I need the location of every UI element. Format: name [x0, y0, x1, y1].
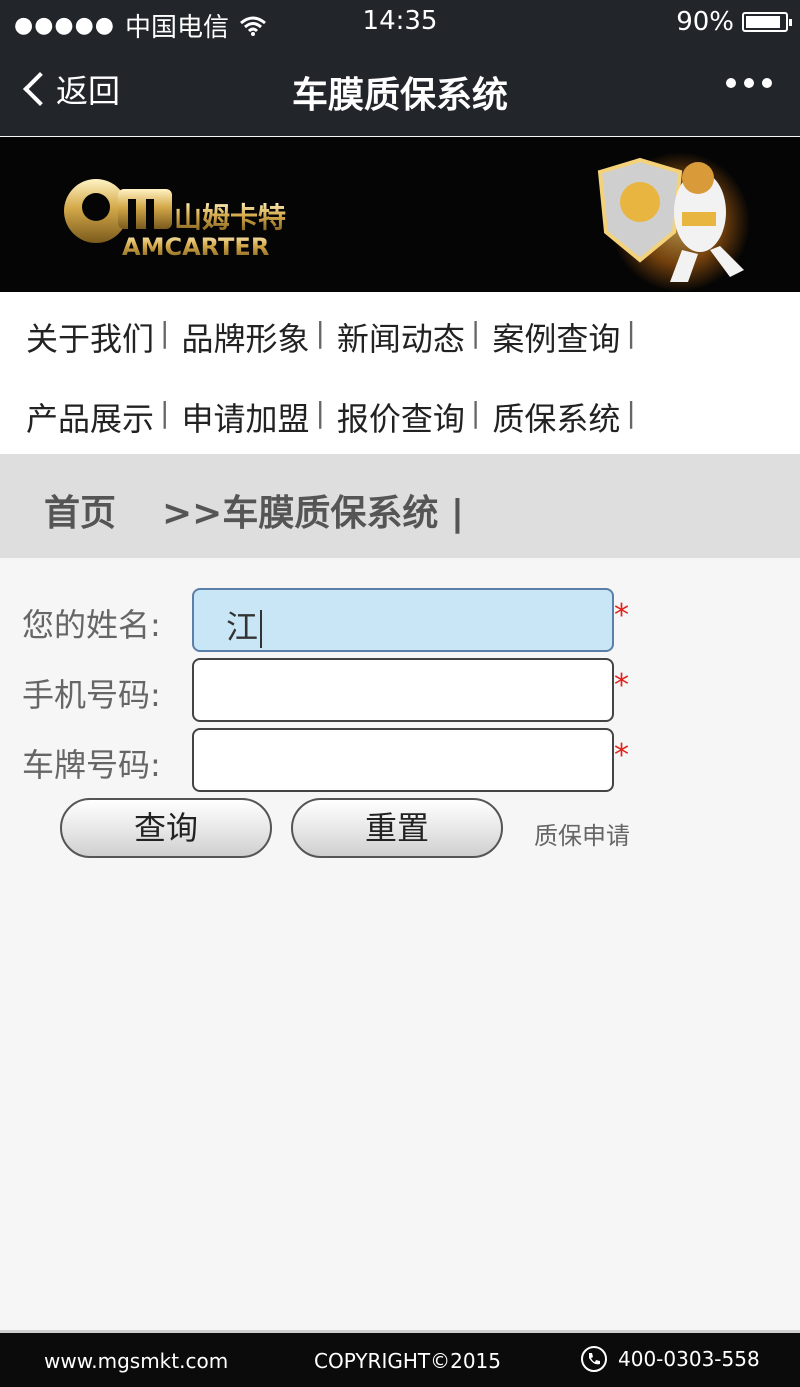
menu-item-news[interactable]: 新闻动态 — [337, 314, 465, 360]
menu-item-cases[interactable]: 案例查询 — [492, 314, 620, 360]
ellipsis-dot — [762, 78, 772, 88]
nav-bar: 返回 车膜质保系统 — [0, 44, 800, 136]
required-mark: * — [614, 668, 629, 703]
plate-label: 车牌号码: — [22, 746, 161, 784]
phone-row: 手机号码: * — [0, 658, 800, 722]
menu-separator: | — [470, 396, 481, 429]
menu-item-about[interactable]: 关于我们 — [26, 314, 154, 360]
footer-copyright: COPYRIGHT©2015 — [314, 1349, 501, 1373]
menu-separator: | — [315, 396, 325, 429]
brand-banner: 山姆卡特 AMCARTER — [0, 137, 800, 292]
reset-button[interactable]: 重置 — [291, 798, 503, 858]
menu-row-1: 关于我们 | 品牌形象 | 新闻动态 | 案例查询 | — [26, 314, 648, 360]
menu-item-warranty[interactable]: 质保系统 — [492, 394, 620, 440]
name-row: 您的姓名: 江 * — [0, 588, 800, 652]
battery-fill — [746, 16, 780, 28]
phone-label: 手机号码: — [22, 676, 161, 714]
name-label: 您的姓名: — [22, 606, 161, 644]
plate-row: 车牌号码: * — [0, 728, 800, 792]
menu-item-join[interactable]: 申请加盟 — [181, 394, 309, 440]
query-button[interactable]: 查询 — [60, 798, 272, 858]
status-bar: ●●●●● 中国电信 14:35 90% — [0, 0, 800, 44]
menu-separator: | — [160, 396, 170, 429]
svg-text:AMCARTER: AMCARTER — [122, 233, 269, 261]
breadcrumb-home-link[interactable]: 首页 — [44, 484, 116, 536]
menu-item-quote[interactable]: 报价查询 — [337, 394, 465, 440]
menu-item-brand[interactable]: 品牌形象 — [181, 314, 309, 360]
more-button[interactable] — [726, 78, 772, 88]
samcarter-logo: 山姆卡特 AMCARTER — [64, 179, 286, 261]
footer-phone-number: 400-0303-558 — [618, 1347, 760, 1371]
menu-separator: | — [470, 316, 481, 349]
footer-website[interactable]: www.mgsmkt.com — [44, 1349, 228, 1373]
site-menu: 关于我们 | 品牌形象 | 新闻动态 | 案例查询 | 产品展示 | 申请加盟 | 报价查询… — [0, 292, 800, 454]
battery-percent: 90% — [676, 7, 734, 37]
menu-separator: | — [626, 316, 636, 349]
menu-separator: | — [160, 316, 170, 349]
mascot-shield-image — [597, 152, 750, 292]
menu-separator: | — [315, 316, 325, 349]
required-mark: * — [614, 738, 629, 773]
breadcrumb: 首页 >>车膜质保系统 | — [0, 454, 800, 558]
status-right: 90% — [676, 7, 792, 37]
footer-phone[interactable]: 400-0303-558 — [580, 1345, 760, 1373]
ellipsis-dot — [744, 78, 754, 88]
ellipsis-icon — [726, 78, 736, 88]
footer: www.mgsmkt.com COPYRIGHT©2015 400-0303-5… — [0, 1330, 800, 1387]
phone-icon — [581, 1346, 607, 1372]
menu-item-products[interactable]: 产品展示 — [26, 394, 154, 440]
menu-separator: | — [626, 396, 636, 429]
name-value: 江 — [226, 608, 259, 646]
menu-row-2: 产品展示 | 申请加盟 | 报价查询 | 质保系统 | — [26, 394, 648, 440]
name-input[interactable]: 江 — [192, 588, 614, 652]
text-caret — [260, 610, 263, 648]
phone-input[interactable] — [192, 658, 614, 722]
svg-text:山姆卡特: 山姆卡特 — [174, 201, 286, 234]
breadcrumb-current: >>车膜质保系统 | — [162, 493, 465, 534]
plate-input[interactable] — [192, 728, 614, 792]
battery-icon — [742, 12, 792, 32]
required-mark: * — [614, 598, 629, 633]
warranty-apply-link[interactable]: 质保申请 — [534, 816, 630, 851]
page-title: 车膜质保系统 — [291, 75, 508, 116]
